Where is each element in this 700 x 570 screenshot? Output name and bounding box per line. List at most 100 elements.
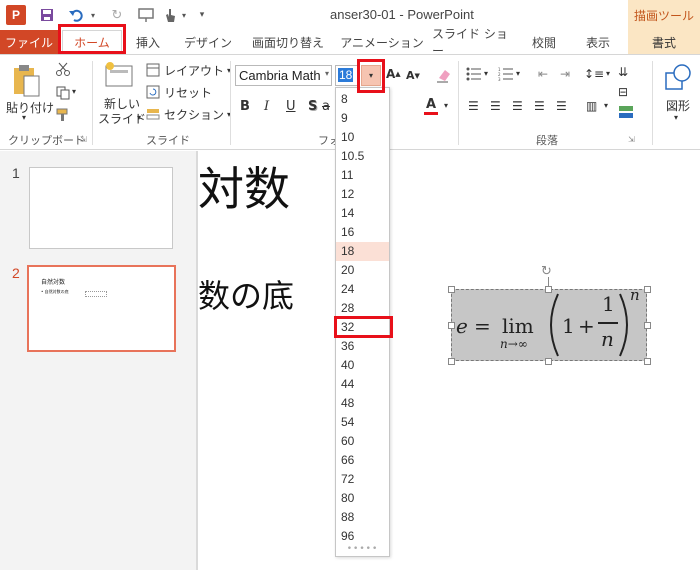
resize-handle[interactable] xyxy=(644,286,651,293)
tab-file[interactable]: ファイル xyxy=(0,30,58,54)
tab-animations[interactable]: アニメーション xyxy=(340,30,424,54)
clipboard-launcher-icon[interactable]: ⇲ xyxy=(80,135,87,144)
cut-icon[interactable] xyxy=(56,61,72,77)
numbering-icon[interactable]: 123 xyxy=(498,67,514,81)
font-size-option[interactable]: 14 xyxy=(336,204,389,223)
from-beginning-icon[interactable] xyxy=(136,5,156,25)
tab-slideshow[interactable]: スライド ショー xyxy=(432,27,512,58)
text-direction-icon[interactable]: ⇊ xyxy=(618,65,628,79)
line-spacing-icon[interactable]: ↕≡ xyxy=(584,67,604,81)
font-size-option[interactable]: 10.5 xyxy=(336,147,389,166)
font-size-option[interactable]: 18 xyxy=(336,242,389,261)
resize-handle[interactable] xyxy=(545,358,552,365)
decrease-indent-icon[interactable]: ⇤ xyxy=(538,67,548,81)
font-size-option[interactable]: 36 xyxy=(336,337,389,356)
font-name-combobox[interactable]: Cambria Math ▾ xyxy=(235,65,332,86)
save-icon[interactable] xyxy=(38,5,56,25)
increase-font-icon[interactable]: A ▲ xyxy=(386,67,401,81)
font-size-dropdown-button[interactable]: ▾ xyxy=(361,65,381,86)
columns-dropdown-icon[interactable]: ▾ xyxy=(604,101,608,110)
align-text-icon[interactable]: ⊟ xyxy=(618,85,628,99)
font-size-option[interactable]: 48 xyxy=(336,394,389,413)
align-left-icon[interactable]: ☰ xyxy=(468,99,479,113)
undo-icon[interactable] xyxy=(66,5,86,25)
format-painter-icon[interactable] xyxy=(56,107,72,123)
new-slide-icon[interactable] xyxy=(102,59,136,91)
slide-title[interactable]: 対数 xyxy=(198,153,290,219)
font-size-option[interactable]: 72 xyxy=(336,470,389,489)
font-size-option[interactable]: 60 xyxy=(336,432,389,451)
resize-handle[interactable] xyxy=(448,286,455,293)
equation-box[interactable]: e = lim n→∞ 1 + 1 n xyxy=(451,289,647,361)
slide-thumbnail-1[interactable] xyxy=(29,167,173,249)
font-size-option[interactable]: 88 xyxy=(336,508,389,527)
redo-icon[interactable]: ↻ xyxy=(108,5,126,25)
font-size-option[interactable]: 40 xyxy=(336,356,389,375)
new-slide-dropdown-icon[interactable]: ▾ xyxy=(137,113,141,122)
paragraph-launcher-icon[interactable]: ⇲ xyxy=(628,135,635,144)
font-size-option[interactable]: 20 xyxy=(336,261,389,280)
font-size-option[interactable]: 11 xyxy=(336,166,389,185)
rotate-handle-icon[interactable]: ↻ xyxy=(541,264,552,279)
font-size-option[interactable]: 28 xyxy=(336,299,389,318)
tab-view[interactable]: 表示 xyxy=(578,30,618,54)
slide-thumbnail-2[interactable]: 自然対数 • 自然対数の底 xyxy=(27,265,176,352)
numbering-dropdown-icon[interactable]: ▾ xyxy=(516,69,520,78)
tab-transitions[interactable]: 画面切り替え xyxy=(246,30,330,54)
font-size-option[interactable]: 96 xyxy=(336,527,389,546)
font-size-option[interactable]: 10 xyxy=(336,128,389,147)
clear-formatting-icon[interactable] xyxy=(436,67,452,83)
paste-button[interactable]: 貼り付け xyxy=(6,99,54,116)
bullets-icon[interactable] xyxy=(466,67,482,81)
text-shadow-icon[interactable]: S xyxy=(308,99,317,114)
font-size-option[interactable]: 24 xyxy=(336,280,389,299)
columns-icon[interactable]: ▥ xyxy=(586,99,597,113)
font-size-combobox[interactable]: 18 xyxy=(335,65,359,86)
font-color-dropdown-icon[interactable]: ▾ xyxy=(444,101,448,110)
decrease-font-icon[interactable]: A ▼ xyxy=(406,69,420,82)
tab-home[interactable]: ホーム xyxy=(62,30,122,54)
tab-format[interactable]: 書式 xyxy=(628,30,700,54)
justify-icon[interactable]: ☰ xyxy=(534,99,545,113)
align-center-icon[interactable]: ☰ xyxy=(490,99,501,113)
bold-icon[interactable]: B xyxy=(240,99,250,114)
line-spacing-dropdown-icon[interactable]: ▾ xyxy=(606,69,610,78)
copy-dropdown-icon[interactable]: ▾ xyxy=(72,87,76,96)
resize-handle[interactable] xyxy=(545,286,552,293)
tab-review[interactable]: 校閲 xyxy=(524,30,564,54)
font-size-option[interactable]: 54 xyxy=(336,413,389,432)
font-size-option[interactable]: 12 xyxy=(336,185,389,204)
underline-icon[interactable]: U xyxy=(286,99,296,114)
font-size-option[interactable]: 8 xyxy=(336,90,389,109)
align-right-icon[interactable]: ☰ xyxy=(512,99,523,113)
slide-bullet-text[interactable]: 数の底 xyxy=(198,271,294,317)
touch-dropdown-icon[interactable]: ▾ xyxy=(180,5,188,25)
tab-design[interactable]: デザイン xyxy=(178,30,238,54)
reset-button[interactable]: リセット xyxy=(146,83,212,101)
italic-icon[interactable]: I xyxy=(264,99,269,114)
paste-icon[interactable] xyxy=(6,61,46,101)
font-color-icon[interactable]: A xyxy=(424,97,438,115)
shapes-icon[interactable] xyxy=(662,61,694,95)
distributed-icon[interactable]: ☰ xyxy=(556,99,567,113)
smartart-convert-icon[interactable] xyxy=(618,105,634,119)
section-button[interactable]: セクション ▾ xyxy=(146,105,231,123)
paste-dropdown-icon[interactable]: ▾ xyxy=(22,113,26,122)
shapes-button[interactable]: 図形 xyxy=(666,97,690,114)
layout-button[interactable]: レイアウト ▾ xyxy=(146,61,231,79)
font-size-option[interactable]: 44 xyxy=(336,375,389,394)
font-size-option[interactable]: 9 xyxy=(336,109,389,128)
resize-handle[interactable] xyxy=(448,322,455,329)
font-size-option[interactable]: 32 xyxy=(336,318,389,337)
font-size-option[interactable]: 66 xyxy=(336,451,389,470)
resize-handle[interactable] xyxy=(644,322,651,329)
resize-handle[interactable] xyxy=(644,358,651,365)
powerpoint-app-icon[interactable]: P xyxy=(6,5,26,25)
increase-indent-icon[interactable]: ⇥ xyxy=(560,67,570,81)
customize-qat-icon[interactable]: ▾ xyxy=(196,5,208,25)
undo-dropdown-icon[interactable]: ▾ xyxy=(88,5,98,25)
font-size-option[interactable]: 80 xyxy=(336,489,389,508)
tab-insert[interactable]: 挿入 xyxy=(128,30,168,54)
resize-handle[interactable] xyxy=(448,358,455,365)
copy-icon[interactable] xyxy=(56,85,72,101)
